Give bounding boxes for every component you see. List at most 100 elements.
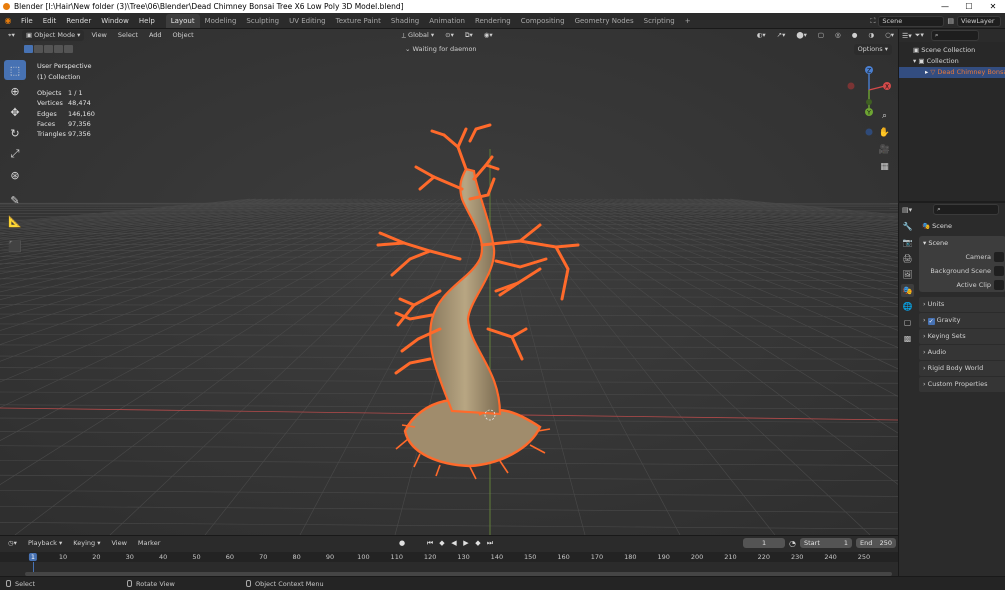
camera-picker[interactable] [994, 252, 1004, 262]
menu-file[interactable]: File [16, 13, 38, 29]
tool-tab-icon[interactable]: 🔧 [901, 220, 914, 233]
tab-animation[interactable]: Animation [424, 14, 470, 28]
shading-wire-icon[interactable]: ◎ [831, 30, 845, 41]
perspective-grid-icon[interactable]: ▦ [876, 159, 893, 174]
units-panel[interactable]: › Units [919, 297, 1005, 312]
close-button[interactable]: ✕ [981, 0, 1005, 13]
tab-geometry-nodes[interactable]: Geometry Nodes [570, 14, 639, 28]
camera-field[interactable]: Camera [919, 250, 1005, 264]
view-layer-tab-icon[interactable]: 🖼 [901, 268, 914, 281]
select-invert-icon[interactable] [54, 45, 63, 53]
scale-tool-icon[interactable]: ⤢ [4, 144, 26, 164]
collapse-chevron-icon[interactable]: ⌄ [405, 45, 410, 53]
keying-sets-panel[interactable]: › Keying Sets [919, 329, 1005, 344]
select-new-icon[interactable] [24, 45, 33, 53]
expand-chevron-icon[interactable]: ▾ [913, 57, 916, 65]
measure-tool-icon[interactable]: 📐 [4, 211, 26, 231]
camera-view-icon[interactable]: 🎥 [876, 142, 893, 157]
tab-layout[interactable]: Layout [165, 13, 200, 28]
gizmo-neg-y-icon[interactable] [866, 99, 872, 105]
outliner-row-tree-object[interactable]: ▸ ▽ Dead Chimney Bonsai Tree [899, 67, 1005, 78]
expand-chevron-icon[interactable]: ▸ [925, 68, 928, 76]
pivot-icon[interactable]: ⊙▾ [441, 30, 458, 41]
outliner-row-scene-collection[interactable]: ▣ Scene Collection [899, 45, 1005, 56]
frame-ruler[interactable]: 1 10 20 30 40 50 60 70 80 90 100 110 120 130 140 150 160… [0, 552, 898, 562]
world-tab-icon[interactable]: 🌐 [901, 300, 914, 313]
options-button[interactable]: Options ▾ [853, 44, 892, 55]
select-intersect-icon[interactable] [64, 45, 73, 53]
properties-search-input[interactable]: ⌕ [933, 204, 1000, 215]
output-tab-icon[interactable]: 🖨 [901, 252, 914, 265]
custom-properties-panel[interactable]: › Custom Properties [919, 377, 1005, 392]
mode-selector[interactable]: ▣ Object Mode ▾ [21, 30, 85, 41]
3d-viewport[interactable]: ⌖▾ ▣ Object Mode ▾ View Select Add Objec… [0, 29, 898, 535]
tab-scripting[interactable]: Scripting [639, 14, 680, 28]
select-extend-icon[interactable] [34, 45, 43, 53]
selection-mode-buttons[interactable] [24, 45, 73, 53]
collection-tab-icon[interactable]: ▢ [901, 316, 914, 329]
menu-window[interactable]: Window [96, 13, 134, 29]
pan-hand-icon[interactable]: ✋ [876, 125, 893, 140]
gizmo-neg-x-icon[interactable] [847, 82, 855, 90]
menu-view[interactable]: View [87, 30, 110, 41]
timeline-editor-icon[interactable]: ◷▾ [4, 538, 21, 549]
prev-keyframe-icon[interactable]: ◆ [437, 538, 447, 548]
overlays-icon[interactable]: ⬤▾ [792, 30, 811, 41]
transform-tool-icon[interactable]: ⊛ [4, 165, 26, 185]
select-subtract-icon[interactable] [44, 45, 53, 53]
next-keyframe-icon[interactable]: ◆ [473, 538, 483, 548]
tab-sculpting[interactable]: Sculpting [241, 14, 284, 28]
tab-modeling[interactable]: Modeling [200, 14, 242, 28]
zoom-icon[interactable]: ⌕ [876, 108, 893, 123]
tab-compositing[interactable]: Compositing [516, 14, 570, 28]
view-layer-selector[interactable]: ViewLayer [957, 15, 1001, 27]
render-tab-icon[interactable]: 📷 [901, 236, 914, 249]
visibility-icon[interactable]: ◐▾ [753, 30, 770, 41]
gizmo-neg-z-icon[interactable] [865, 128, 873, 136]
background-scene-picker[interactable] [994, 266, 1004, 276]
menu-edit[interactable]: Edit [38, 13, 62, 29]
filter-icon[interactable]: ⏷▾ [915, 31, 924, 40]
gravity-checkbox[interactable]: ✓ [927, 318, 935, 325]
add-workspace-button[interactable]: + [680, 14, 696, 28]
properties-editor-icon[interactable]: ▤▾ [902, 206, 912, 214]
outliner-search-input[interactable]: ⌕ [930, 30, 979, 41]
gizmo-toggle-icon[interactable]: ↗▾ [773, 30, 790, 41]
background-scene-field[interactable]: Background Scene [919, 264, 1005, 278]
scene-selector[interactable]: Scene [878, 15, 945, 27]
rigid-body-world-panel[interactable]: › Rigid Body World [919, 361, 1005, 376]
snap-icon[interactable]: ⧉▾ [461, 30, 477, 41]
menu-help[interactable]: Help [134, 13, 160, 29]
minimize-button[interactable]: — [933, 0, 957, 13]
xray-icon[interactable]: ▢ [814, 30, 828, 41]
annotate-tool-icon[interactable]: ✎ [4, 190, 26, 210]
timeline-view-menu[interactable]: View [107, 538, 130, 549]
tab-uv-editing[interactable]: UV Editing [284, 14, 331, 28]
proportional-edit-icon[interactable]: ◉▾ [480, 30, 497, 41]
menu-render[interactable]: Render [61, 13, 96, 29]
record-icon[interactable]: ● [397, 538, 407, 548]
jump-end-icon[interactable]: ⏭ [485, 538, 495, 548]
menu-add[interactable]: Add [145, 30, 166, 41]
outliner-row-collection[interactable]: ▾ ▣ Collection [899, 56, 1005, 67]
jump-start-icon[interactable]: ⏮ [425, 538, 435, 548]
outliner-editor-icon[interactable]: ☰▾ [902, 32, 912, 40]
move-tool-icon[interactable]: ✥ [4, 102, 26, 122]
shading-solid-icon[interactable]: ● [848, 30, 862, 41]
active-clip-picker[interactable] [994, 280, 1004, 290]
scene-panel-header[interactable]: ▾ Scene [919, 236, 1005, 250]
marker-menu[interactable]: Marker [134, 538, 164, 549]
audio-panel[interactable]: › Audio [919, 345, 1005, 360]
select-box-tool-icon[interactable]: ⬚ [4, 60, 26, 80]
cursor-tool-icon[interactable]: ⊕ [4, 81, 26, 101]
tab-texture-paint[interactable]: Texture Paint [331, 14, 386, 28]
transform-orientation[interactable]: ⟂ Global ▾ [398, 30, 439, 41]
editor-type-icon[interactable]: ⌖▾ [4, 30, 19, 41]
menu-object[interactable]: Object [169, 30, 198, 41]
blender-menu-icon[interactable]: ◉ [0, 16, 16, 25]
playback-menu[interactable]: Playback ▾ [24, 538, 66, 549]
maximize-button[interactable]: ☐ [957, 0, 981, 13]
add-cube-tool-icon[interactable]: ⬛ [4, 236, 26, 256]
tab-rendering[interactable]: Rendering [470, 14, 516, 28]
shading-rendered-icon[interactable]: ○▾ [881, 30, 898, 41]
